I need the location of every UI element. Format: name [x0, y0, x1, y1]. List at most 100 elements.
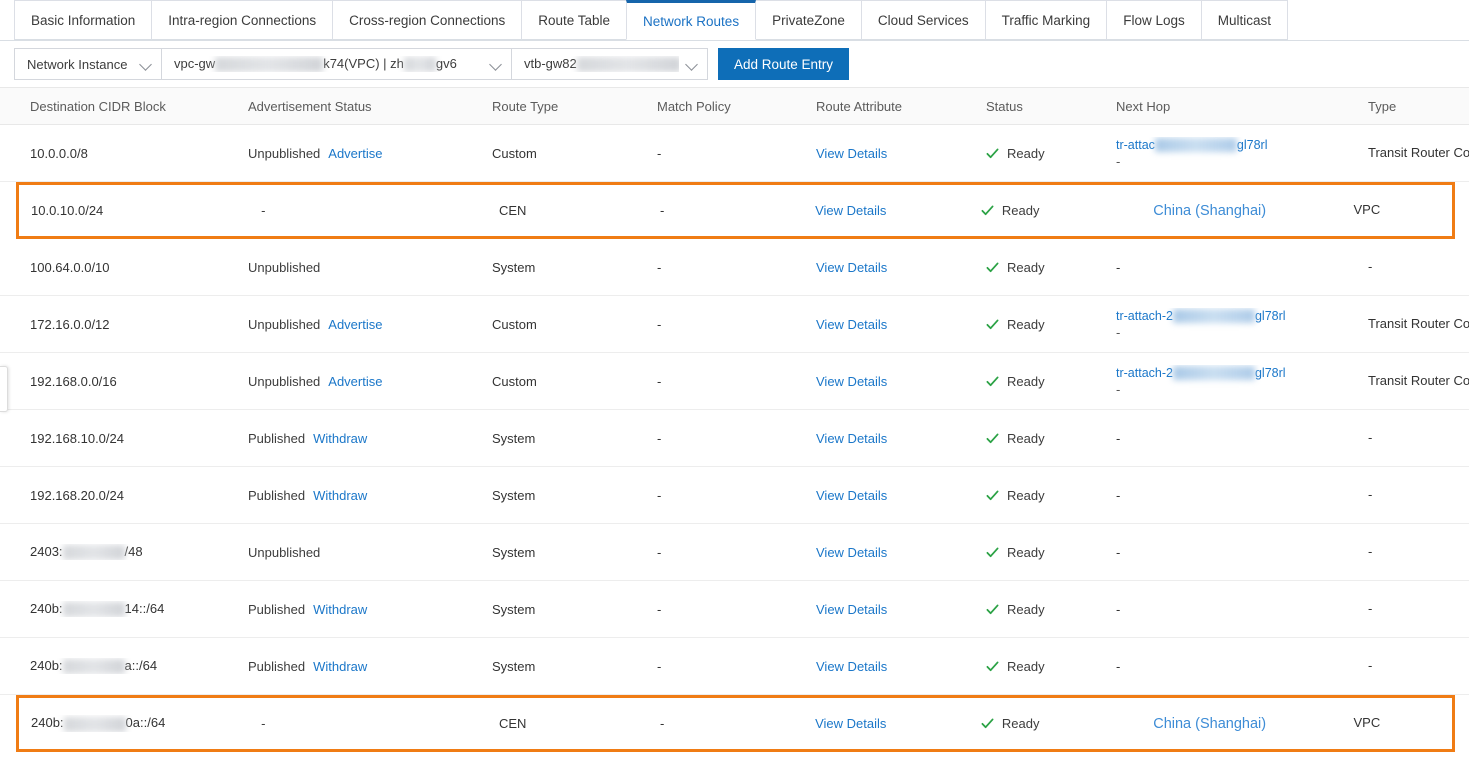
tab-traffic-marking[interactable]: Traffic Marking	[985, 0, 1107, 40]
advertisement-status-text: -	[261, 203, 265, 218]
cidr-prefix: 240b:	[31, 715, 64, 730]
table-row[interactable]: 10.0.10.0/24-CEN-View DetailsReadyChina …	[16, 182, 1455, 239]
cell-next-hop: China (Shanghai)	[1102, 716, 1348, 732]
view-details-link[interactable]: View Details	[816, 260, 887, 275]
cell-route-type: Custom	[486, 374, 651, 389]
sidebar-collapse-handle[interactable]	[0, 366, 8, 412]
network-instance-suffix: gv6	[436, 56, 457, 71]
tab-label: Multicast	[1218, 13, 1271, 28]
check-icon	[986, 603, 999, 616]
next-hop-attachment-link[interactable]: tr-attacgl78rl	[1116, 138, 1267, 152]
next-hop-text: -	[1116, 431, 1120, 446]
advertisement-action-link[interactable]: Withdraw	[313, 659, 367, 674]
view-details-link[interactable]: View Details	[816, 146, 887, 161]
table-row[interactable]: 192.168.20.0/24PublishedWithdrawSystem-V…	[0, 467, 1469, 524]
advertisement-status-text: Published	[248, 431, 305, 446]
column-header: Match Policy	[651, 99, 810, 114]
next-hop-secondary: -	[1116, 382, 1356, 397]
view-details-link[interactable]: View Details	[816, 431, 887, 446]
redaction-block	[1173, 309, 1255, 323]
status-badge: Ready	[986, 431, 1104, 446]
table-row[interactable]: 2403:/48UnpublishedSystem-View DetailsRe…	[0, 524, 1469, 581]
redaction-block	[63, 545, 125, 560]
network-routes-table: Destination CIDR BlockAdvertisement Stat…	[0, 87, 1469, 752]
cell-match-policy: -	[651, 659, 810, 674]
cell-route-type: CEN	[493, 203, 654, 218]
tab-privatezone[interactable]: PrivateZone	[756, 0, 861, 40]
cell-match-policy: -	[654, 203, 809, 218]
cell-advertisement-status: UnpublishedAdvertise	[242, 146, 486, 161]
cell-type: -	[1362, 258, 1469, 277]
tab-cloud-services[interactable]: Cloud Services	[861, 0, 985, 40]
table-row[interactable]: 172.16.0.0/12UnpublishedAdvertiseCustom-…	[0, 296, 1469, 353]
tab-network-routes[interactable]: Network Routes	[626, 0, 756, 40]
table-row[interactable]: 240b:0a::/64-CEN-View DetailsReadyChina …	[16, 695, 1455, 752]
table-row[interactable]: 10.0.0.0/8UnpublishedAdvertiseCustom-Vie…	[0, 125, 1469, 182]
tab-route-table[interactable]: Route Table	[521, 0, 626, 40]
advertisement-action-link[interactable]: Withdraw	[313, 431, 367, 446]
next-hop-prefix: tr-attach-2	[1116, 309, 1173, 323]
table-row[interactable]: 240b:14::/64PublishedWithdrawSystem-View…	[0, 581, 1469, 638]
table-row[interactable]: 192.168.0.0/16UnpublishedAdvertiseCustom…	[0, 353, 1469, 410]
chevron-down-icon	[685, 57, 699, 71]
view-details-link[interactable]: View Details	[816, 374, 887, 389]
table-row[interactable]: 240b:a::/64PublishedWithdrawSystem-View …	[0, 638, 1469, 695]
tab-label: Intra-region Connections	[168, 13, 316, 28]
advertisement-action-link[interactable]: Withdraw	[313, 602, 367, 617]
view-details-link[interactable]: View Details	[816, 488, 887, 503]
next-hop-attachment-link[interactable]: tr-attach-2gl78rl	[1116, 309, 1286, 323]
next-hop-suffix: gl78rl	[1255, 366, 1286, 380]
tab-intra-region-connections[interactable]: Intra-region Connections	[151, 0, 332, 40]
view-details-link[interactable]: View Details	[816, 545, 887, 560]
cell-advertisement-status: PublishedWithdraw	[242, 602, 486, 617]
advertisement-action-link[interactable]: Advertise	[328, 374, 382, 389]
redaction-block	[215, 57, 323, 72]
table-row[interactable]: 192.168.10.0/24PublishedWithdrawSystem-V…	[0, 410, 1469, 467]
cell-route-type: System	[486, 488, 651, 503]
tab-basic-information[interactable]: Basic Information	[14, 0, 151, 40]
redaction-block	[63, 659, 125, 674]
view-details-link[interactable]: View Details	[816, 602, 887, 617]
next-hop-attachment-link[interactable]: tr-attach-2gl78rl	[1116, 366, 1286, 380]
cell-advertisement-status: -	[255, 716, 493, 731]
network-instance-select[interactable]: vpc-gwk74(VPC) | zhgv6	[162, 48, 512, 80]
cell-route-attribute: View Details	[810, 374, 980, 389]
advertisement-action-link[interactable]: Advertise	[328, 146, 382, 161]
status-badge: Ready	[986, 602, 1104, 617]
cell-next-hop: -	[1110, 602, 1362, 617]
next-hop-region-link[interactable]: China (Shanghai)	[1108, 203, 1342, 219]
cell-status: Ready	[975, 203, 1102, 218]
tab-cross-region-connections[interactable]: Cross-region Connections	[332, 0, 521, 40]
cell-type: -	[1362, 486, 1469, 505]
status-badge: Ready	[986, 374, 1104, 389]
cell-status: Ready	[980, 374, 1110, 389]
cell-match-policy: -	[651, 260, 810, 275]
cell-status: Ready	[980, 431, 1110, 446]
advertisement-action-link[interactable]: Advertise	[328, 317, 382, 332]
status-label: Ready	[1007, 260, 1045, 275]
advertisement-status-text: Published	[248, 659, 305, 674]
cell-route-type: Custom	[486, 146, 651, 161]
cidr-suffix: 14::/64	[125, 601, 165, 616]
status-label: Ready	[1002, 716, 1040, 731]
filter-toolbar: Network Instance vpc-gwk74(VPC) | zhgv6 …	[0, 41, 1469, 87]
table-row[interactable]: 100.64.0.0/10UnpublishedSystem-View Deta…	[0, 239, 1469, 296]
cell-route-attribute: View Details	[810, 431, 980, 446]
route-table-select[interactable]: vtb-gw82..	[512, 48, 708, 80]
cell-next-hop: China (Shanghai)	[1102, 203, 1348, 219]
view-details-link[interactable]: View Details	[815, 716, 886, 731]
check-icon	[986, 318, 999, 331]
add-route-entry-button[interactable]: Add Route Entry	[718, 48, 849, 80]
view-details-link[interactable]: View Details	[815, 203, 886, 218]
view-details-link[interactable]: View Details	[816, 659, 887, 674]
tab-multicast[interactable]: Multicast	[1201, 0, 1288, 40]
network-instance-type-value: Network Instance	[27, 57, 133, 72]
advertisement-action-link[interactable]: Withdraw	[313, 488, 367, 503]
cidr-prefix: 240b:	[30, 658, 63, 673]
tab-flow-logs[interactable]: Flow Logs	[1106, 0, 1201, 40]
next-hop-region-link[interactable]: China (Shanghai)	[1108, 716, 1342, 732]
view-details-link[interactable]: View Details	[816, 317, 887, 332]
network-instance-type-select[interactable]: Network Instance	[14, 48, 162, 80]
column-header: Route Type	[486, 99, 651, 114]
cell-advertisement-status: Unpublished	[242, 260, 486, 275]
